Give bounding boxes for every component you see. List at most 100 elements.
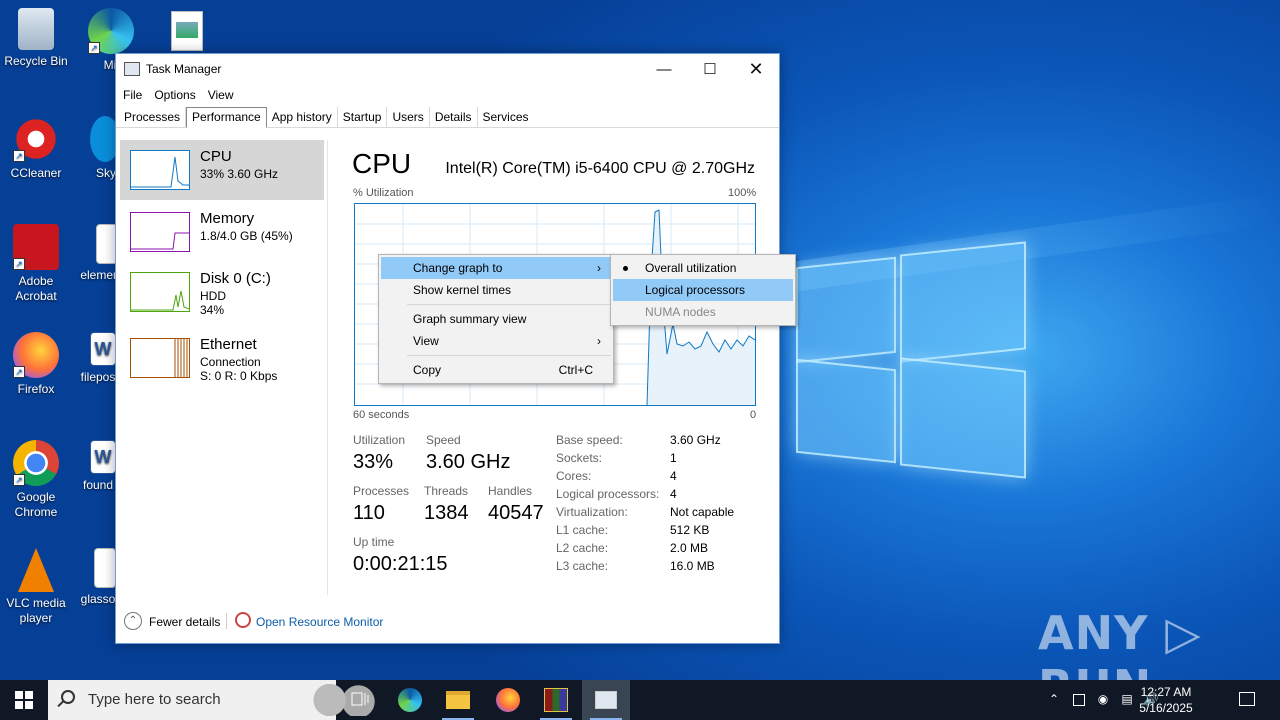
spec-label: Logical processors: [556, 487, 660, 501]
performance-sidebar: CPU 33% 3.60 GHz Memory 1.8/4.0 GB (45%)… [116, 140, 328, 595]
file-icon[interactable] [171, 11, 203, 51]
task-manager-icon [595, 691, 617, 709]
network-icon[interactable]: ▤ [1119, 692, 1135, 708]
menu-item-graph-summary-view[interactable]: Graph summary view [381, 308, 611, 330]
desktop-icon-recycle-bin[interactable]: Recycle Bin [0, 8, 72, 69]
graph-context-menu: Change graph to › Show kernel times Grap… [378, 254, 614, 384]
desktop-icon-label: filepos [80, 370, 116, 384]
search-placeholder: Type here to search [88, 691, 221, 708]
taskbar-firefox-button[interactable] [484, 680, 532, 720]
desktop-icon-acrobat[interactable]: ↗ Adobe Acrobat [0, 224, 72, 304]
sidebar-item-detail-2: 34% [200, 303, 225, 317]
desktop-icon-vlc[interactable]: VLC media player [0, 548, 72, 626]
chevron-up-icon[interactable]: ⌃ [124, 612, 142, 630]
menu-item-change-graph-to[interactable]: Change graph to › [381, 257, 611, 279]
desktop-icon-glasso[interactable]: glasso [76, 548, 120, 607]
spec-label: Virtualization: [556, 505, 628, 519]
tray-app-icon[interactable] [1071, 692, 1087, 708]
desktop-icon-label: Firefox [17, 382, 55, 396]
desktop-icon-label: VLC media player [6, 596, 66, 625]
menu-item-label: Show kernel times [413, 283, 512, 297]
submenu-item-label: Logical processors [645, 283, 746, 297]
edge-icon: ↗ [88, 8, 134, 54]
cpu-thumbnail-graph [130, 150, 190, 190]
close-button[interactable]: ✕ [733, 54, 779, 84]
utilization-value: 33% [353, 451, 394, 473]
taskbar-clock[interactable]: 12:27 AM 5/16/2025 [1136, 684, 1196, 716]
sidebar-item-memory[interactable]: Memory 1.8/4.0 GB (45%) [120, 202, 324, 262]
edge-icon [398, 688, 422, 712]
desktop-icon-chrome[interactable]: ↗ Google Chrome [0, 440, 72, 520]
fewer-details-link[interactable]: Fewer details [149, 615, 220, 629]
taskbar-edge-button[interactable] [386, 680, 434, 720]
tab-services[interactable]: Services [478, 107, 534, 127]
sidebar-item-label: CPU [200, 148, 232, 165]
desktop-icon-found[interactable]: W found [76, 440, 120, 493]
ccleaner-icon: ↗ [13, 116, 59, 162]
taskbar-search-box[interactable]: Type here to search [48, 680, 380, 720]
graph-x-label: 60 seconds [353, 409, 410, 421]
processes-label: Processes [353, 484, 410, 498]
spec-value: 1 [670, 451, 677, 465]
tab-processes[interactable]: Processes [119, 107, 187, 127]
menu-view[interactable]: View [208, 88, 234, 102]
graph-y-max: 100% [728, 187, 757, 199]
resource-monitor-icon [235, 612, 251, 628]
menu-separator [407, 355, 611, 356]
sidebar-item-cpu[interactable]: CPU 33% 3.60 GHz [120, 140, 324, 200]
menu-options[interactable]: Options [154, 88, 195, 102]
taskbar: Type here to search ⌃ ◉ ▤ 🔊 12:27 AM 5/1… [0, 680, 1280, 720]
menu-item-view[interactable]: View › [381, 330, 611, 352]
submenu-item-logical-processors[interactable]: Logical processors [613, 279, 793, 301]
title-bar[interactable]: Task Manager — ☐ ✕ [116, 54, 779, 84]
disk-thumbnail-graph [130, 272, 190, 312]
menu-item-show-kernel-times[interactable]: Show kernel times [381, 279, 611, 301]
tab-app-history[interactable]: App history [267, 107, 338, 127]
maximize-button[interactable]: ☐ [687, 54, 733, 84]
clock-date: 5/16/2025 [1139, 701, 1193, 715]
image-file-icon [94, 548, 116, 588]
start-button[interactable] [0, 680, 48, 720]
taskbar-winrar-button[interactable] [532, 680, 580, 720]
sidebar-item-ethernet[interactable]: Ethernet Connection S: 0 R: 0 Kbps [120, 328, 324, 388]
spec-label: L2 cache: [556, 541, 609, 555]
desktop-icon-label: found [82, 478, 114, 492]
footer-divider [226, 613, 227, 629]
task-view-button[interactable] [336, 680, 384, 720]
menu-file[interactable]: File [123, 88, 142, 102]
tray-device-icon[interactable]: ◉ [1095, 692, 1111, 708]
tab-startup[interactable]: Startup [338, 107, 388, 127]
menu-separator [407, 304, 611, 305]
sidebar-item-label: Memory [200, 210, 255, 227]
handles-value: 40547 [488, 502, 544, 524]
desktop-icon-ccleaner[interactable]: ↗ CCleaner [0, 116, 72, 181]
notifications-icon[interactable] [1239, 692, 1257, 708]
menu-item-copy[interactable]: Copy Ctrl+C [381, 359, 611, 381]
windows-start-icon [15, 691, 33, 709]
tab-details[interactable]: Details [430, 107, 478, 127]
tab-users[interactable]: Users [387, 107, 430, 127]
tab-performance[interactable]: Performance [186, 107, 267, 128]
winrar-icon [544, 688, 568, 712]
vlc-icon [18, 548, 54, 592]
submenu-item-numa-nodes: NUMA nodes [613, 301, 793, 323]
minimize-button[interactable]: — [641, 54, 687, 84]
open-resource-monitor-link[interactable]: Open Resource Monitor [256, 615, 383, 629]
desktop-icon-firefox[interactable]: ↗ Firefox [0, 332, 72, 397]
tab-bar: Processes Performance App history Startu… [116, 106, 779, 128]
desktop-icon-filepos[interactable]: W filepos [76, 332, 120, 385]
word-doc-icon: W [90, 332, 116, 366]
spec-label: Cores: [556, 469, 592, 483]
sidebar-item-detail: Connection [200, 355, 261, 369]
page-title: CPU [352, 148, 412, 179]
threads-label: Threads [424, 484, 469, 498]
taskbar-file-explorer-button[interactable] [434, 680, 482, 720]
submenu-item-overall-utilization[interactable]: Overall utilization [613, 257, 793, 279]
taskbar-task-manager-button[interactable] [582, 680, 630, 720]
firefox-icon [496, 688, 520, 712]
window-title: Task Manager [146, 62, 222, 76]
chevron-right-icon: › [597, 261, 601, 275]
spec-label: Base speed: [556, 433, 623, 447]
show-hidden-icons-chevron-icon[interactable]: ⌃ [1046, 692, 1062, 708]
sidebar-item-disk[interactable]: Disk 0 (C:) HDD 34% [120, 262, 324, 322]
